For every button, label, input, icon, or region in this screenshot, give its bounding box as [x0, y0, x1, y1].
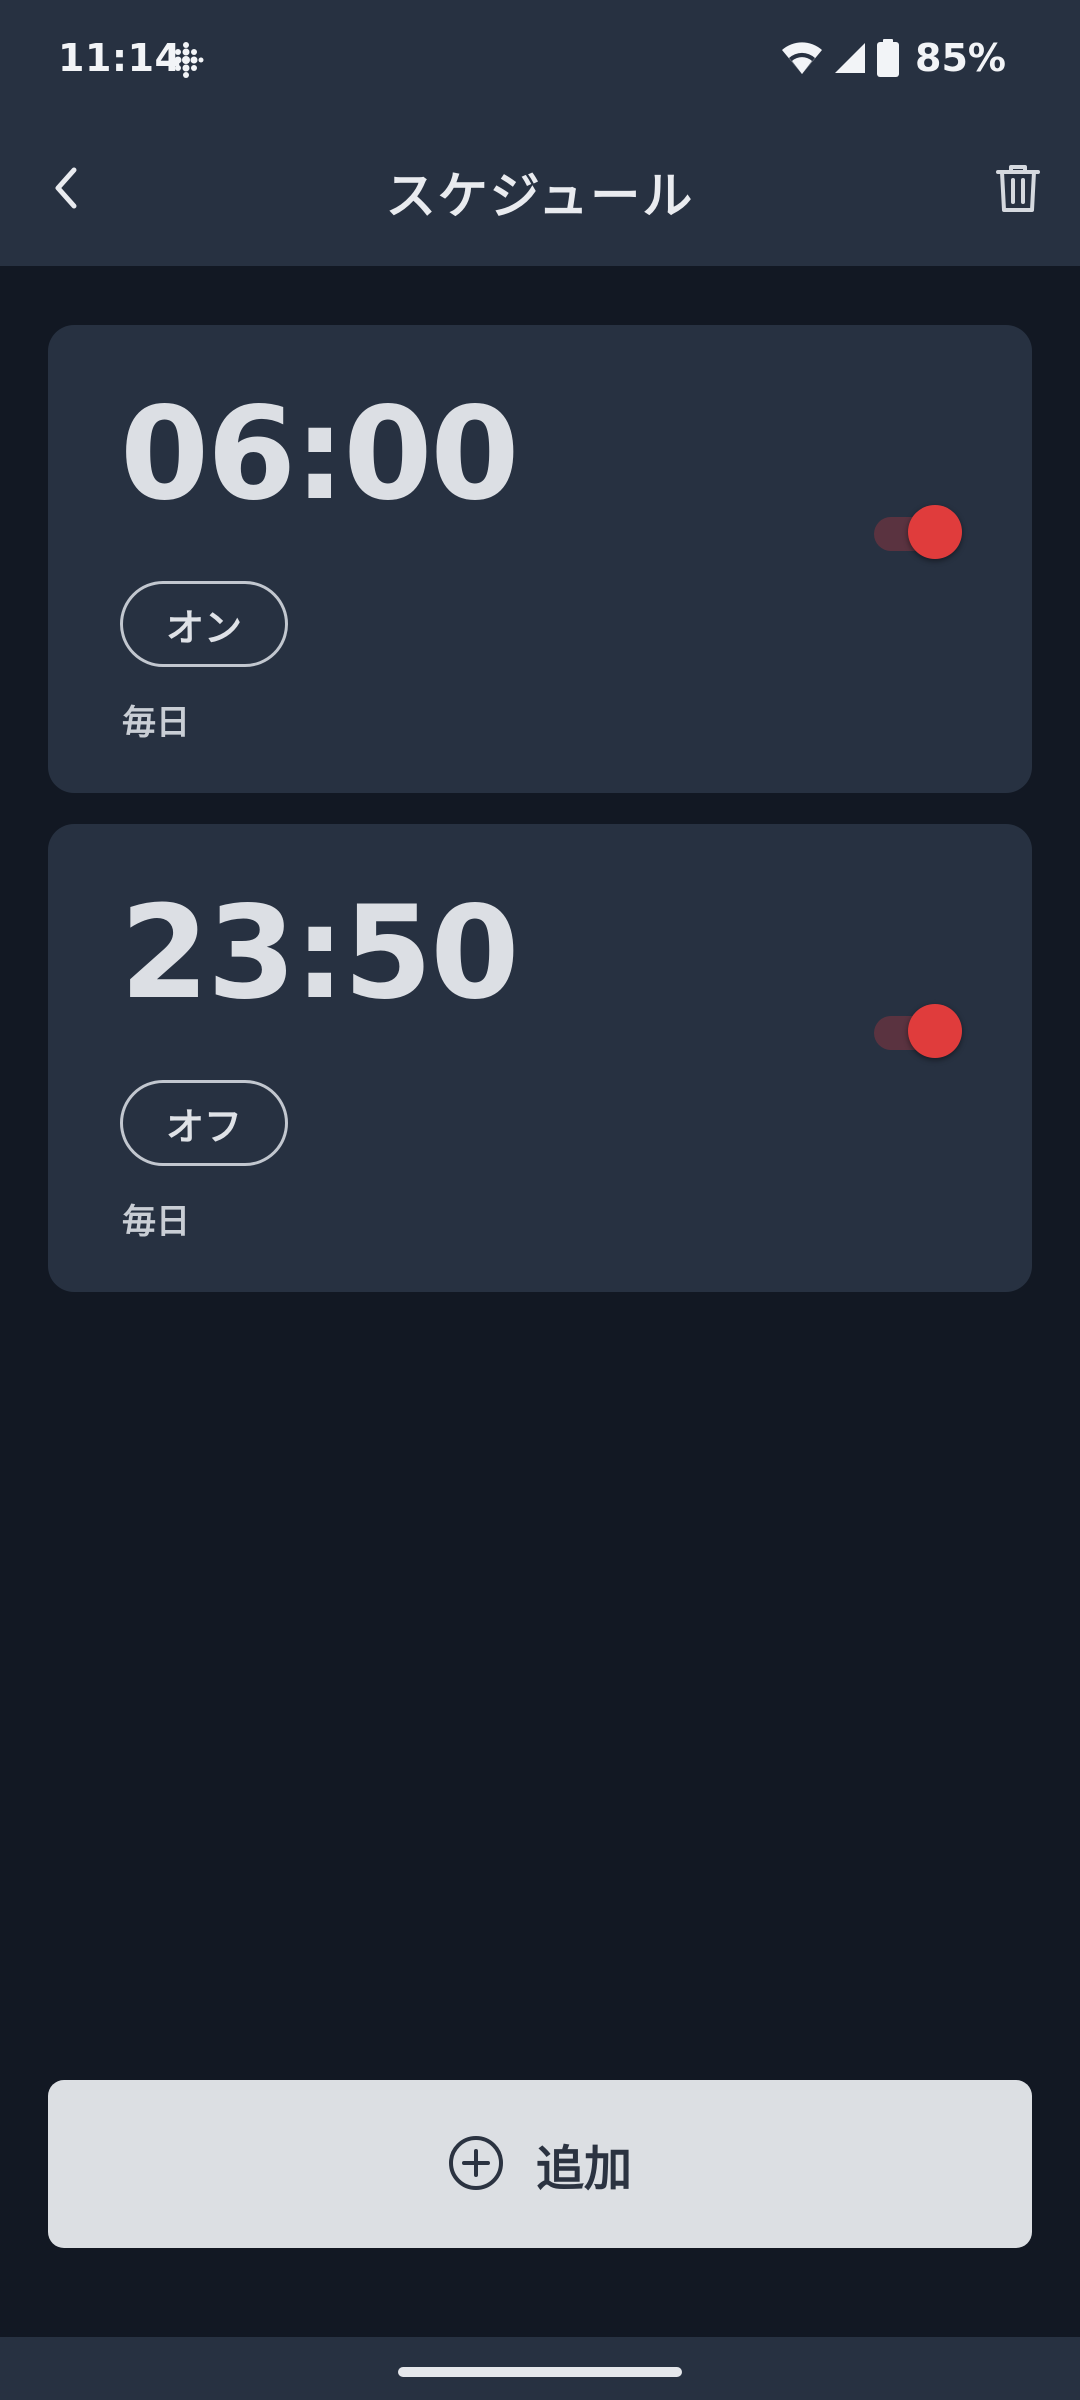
schedule-repeat-label: 毎日 — [122, 1202, 190, 1242]
app-bar: スケジュール — [0, 120, 1080, 266]
schedule-repeat-label: 毎日 — [122, 703, 190, 743]
trash-icon — [994, 162, 1042, 218]
add-button-label: 追加 — [535, 2143, 632, 2196]
schedule-time: 06:00 — [120, 380, 519, 529]
status-bar: 11:14 85% — [0, 0, 1080, 120]
wifi-icon — [781, 41, 823, 75]
delete-button[interactable] — [978, 150, 1058, 230]
fitbit-dots-icon — [166, 40, 206, 80]
page-title: スケジュール — [385, 167, 695, 225]
toggle-thumb — [908, 505, 962, 559]
schedule-enable-toggle[interactable] — [868, 503, 962, 563]
home-indicator[interactable] — [398, 2367, 682, 2377]
schedule-card[interactable]: 06:00 オン 毎日 — [48, 325, 1032, 793]
status-indicators: 85% — [781, 32, 1006, 84]
status-time: 11:14 — [58, 36, 182, 80]
battery-percent: 85% — [915, 36, 1006, 80]
schedule-enable-toggle[interactable] — [868, 1002, 962, 1062]
schedule-time: 23:50 — [120, 879, 519, 1028]
plus-circle-icon — [448, 2135, 504, 2194]
battery-icon — [877, 39, 900, 77]
toggle-thumb — [908, 1004, 962, 1058]
schedule-action-badge: オフ — [120, 1080, 288, 1166]
cell-signal-icon — [833, 41, 867, 75]
schedule-action-badge: オン — [120, 581, 288, 667]
schedule-card[interactable]: 23:50 オフ 毎日 — [48, 824, 1032, 1292]
schedule-list: 06:00 オン 毎日 23:50 オフ 毎日 — [48, 325, 1032, 1323]
system-nav-bar — [0, 2337, 1080, 2400]
add-schedule-button[interactable]: 追加 — [48, 2080, 1032, 2248]
